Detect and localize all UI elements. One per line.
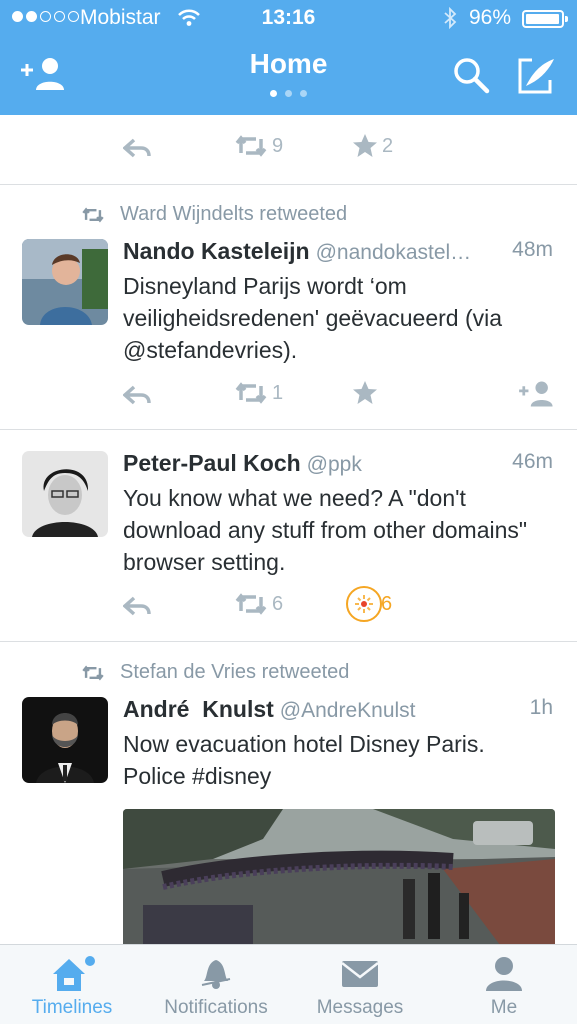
user-handle[interactable]: @nandokastel… bbox=[316, 241, 472, 264]
favorite-button[interactable] bbox=[352, 380, 378, 406]
divider bbox=[0, 641, 577, 642]
reply-icon[interactable] bbox=[123, 595, 151, 617]
user-handle[interactable]: @ppk bbox=[307, 453, 362, 476]
favorite-count: 2 bbox=[382, 134, 394, 157]
tab-notifications[interactable]: Notifications bbox=[144, 945, 288, 1024]
user-name[interactable]: Peter-Paul Koch bbox=[123, 450, 301, 476]
retweet-button[interactable]: 1 bbox=[234, 380, 283, 406]
tweet-actions: 1 bbox=[0, 376, 577, 416]
timeline-feed[interactable]: 9 2 Ward Wijndelts retweeted Nando Kaste… bbox=[0, 115, 577, 944]
nav-header: Mobistar 13:16 96% Home bbox=[0, 0, 577, 115]
tab-messages[interactable]: Messages bbox=[288, 945, 432, 1024]
user-name[interactable]: Nando Kasteleijn bbox=[123, 238, 310, 264]
tweet-text[interactable]: You know what we need? A "don't download… bbox=[123, 482, 553, 578]
bluetooth-icon bbox=[443, 6, 457, 36]
reply-icon[interactable] bbox=[123, 384, 151, 406]
tweet-time: 46m bbox=[512, 450, 553, 473]
retweet-button[interactable]: 9 bbox=[234, 133, 283, 159]
battery-percent: 96% bbox=[469, 6, 512, 29]
divider bbox=[0, 429, 577, 430]
favorite-button-active[interactable]: 6 bbox=[345, 585, 392, 623]
retweet-count: 9 bbox=[272, 134, 284, 157]
retweeted-by: Stefan de Vries retweeted bbox=[80, 661, 349, 684]
retweet-button[interactable]: 6 bbox=[234, 591, 283, 617]
tweet-actions: 9 2 bbox=[0, 129, 577, 169]
favorite-button[interactable]: 2 bbox=[352, 133, 393, 159]
envelope-icon bbox=[340, 955, 380, 999]
tweet-text[interactable]: Now evacuation hotel Disney Paris. Polic… bbox=[123, 728, 553, 792]
search-icon[interactable] bbox=[452, 56, 498, 96]
person-icon bbox=[484, 955, 524, 999]
tweet-header: André Knulst @AndreKnulst 1h bbox=[123, 696, 555, 723]
favorite-count: 6 bbox=[381, 592, 393, 615]
tweet-text[interactable]: Disneyland Parijs wordt ‘om veiligheidsr… bbox=[123, 270, 553, 366]
tab-bar: Timelines Notifications Messages Me bbox=[0, 944, 577, 1024]
avatar[interactable] bbox=[22, 239, 108, 325]
avatar[interactable] bbox=[22, 451, 108, 537]
tweet-actions: 6 6 bbox=[0, 585, 577, 627]
compose-icon[interactable] bbox=[516, 56, 562, 96]
battery-icon bbox=[522, 10, 568, 28]
user-name[interactable]: André Knulst bbox=[123, 696, 274, 722]
status-bar: Mobistar 13:16 96% bbox=[0, 0, 577, 38]
follow-user-icon[interactable] bbox=[518, 380, 556, 408]
retweet-count: 6 bbox=[272, 592, 284, 615]
user-handle[interactable]: @AndreKnulst bbox=[280, 699, 416, 722]
favorite-burst-icon bbox=[346, 586, 382, 622]
retweet-small-icon bbox=[82, 665, 104, 680]
retweet-small-icon bbox=[82, 207, 104, 222]
retweet-count: 1 bbox=[272, 381, 284, 404]
home-icon bbox=[49, 955, 95, 999]
divider bbox=[0, 184, 577, 185]
retweeted-by: Ward Wijndelts retweeted bbox=[80, 203, 347, 226]
bell-icon bbox=[198, 955, 234, 999]
tab-me[interactable]: Me bbox=[432, 945, 576, 1024]
tab-timelines[interactable]: Timelines bbox=[0, 945, 144, 1024]
tweet-header: Nando Kasteleijn @nandokastel… 48m bbox=[123, 238, 555, 265]
tweet-time: 48m bbox=[512, 238, 553, 261]
tweet-time: 1h bbox=[529, 696, 553, 719]
tweet-header: Peter-Paul Koch @ppk 46m bbox=[123, 450, 555, 477]
reply-icon[interactable] bbox=[123, 137, 151, 159]
tweet-photo[interactable] bbox=[123, 809, 555, 944]
avatar[interactable] bbox=[22, 697, 108, 783]
